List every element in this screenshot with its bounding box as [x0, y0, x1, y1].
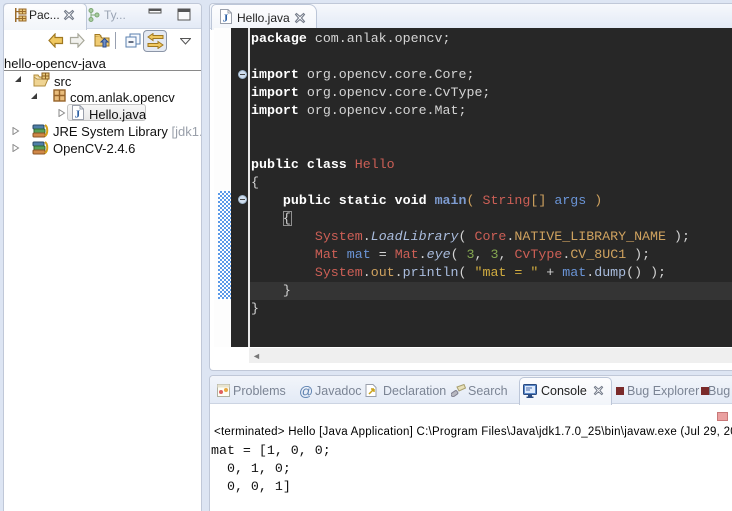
svg-text:J: J [75, 109, 81, 121]
svg-text:J: J [223, 13, 229, 25]
